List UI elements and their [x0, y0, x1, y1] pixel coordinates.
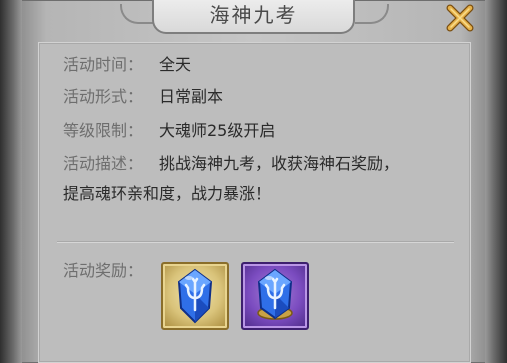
- activity-form-label: 活动形式：: [63, 87, 144, 106]
- dialog-title: 海神九考: [209, 3, 298, 27]
- rewards-label: 活动奖励：: [63, 261, 144, 280]
- frame-right-edge: [485, 0, 507, 363]
- level-limit-value: 大魂师25级开启: [159, 121, 276, 140]
- activity-info-panel: 活动时间： 全天 活动形式： 日常副本 等级限制： 大魂师25级开启 活动描述： 挑战海…: [38, 42, 471, 363]
- activity-desc-label: 活动描述：: [63, 154, 144, 173]
- frame-left-edge: [0, 0, 22, 363]
- close-x-icon: [446, 4, 474, 32]
- row-activity-form: 活动形式： 日常副本: [63, 83, 223, 111]
- divider: [57, 241, 454, 243]
- close-button[interactable]: [444, 2, 476, 34]
- reward-item-gold[interactable]: [161, 262, 229, 330]
- sea-god-stone-icon: [257, 268, 293, 320]
- activity-time-value: 全天: [159, 55, 192, 74]
- activity-desc-line2: 提高魂环亲和度，战力暴涨！: [63, 184, 272, 203]
- row-activity-desc: 活动描述： 挑战海神九考，收获海神石奖励，: [63, 150, 399, 178]
- sea-god-stone-icon: [177, 268, 213, 324]
- title-tab: 海神九考: [152, 0, 355, 34]
- game-dialog: 海神九考 活动时间： 全天 活动形式： 日常副本 等级限制： 大魂师25级开启 活动描…: [0, 0, 507, 363]
- activity-form-value: 日常副本: [159, 87, 224, 106]
- activity-desc-line1: 挑战海神九考，收获海神石奖励，: [159, 154, 400, 173]
- level-limit-label: 等级限制：: [63, 121, 144, 140]
- activity-time-label: 活动时间：: [63, 55, 144, 74]
- row-activity-time: 活动时间： 全天: [63, 51, 191, 79]
- reward-item-purple[interactable]: [241, 262, 309, 330]
- row-level-limit: 等级限制： 大魂师25级开启: [63, 117, 275, 145]
